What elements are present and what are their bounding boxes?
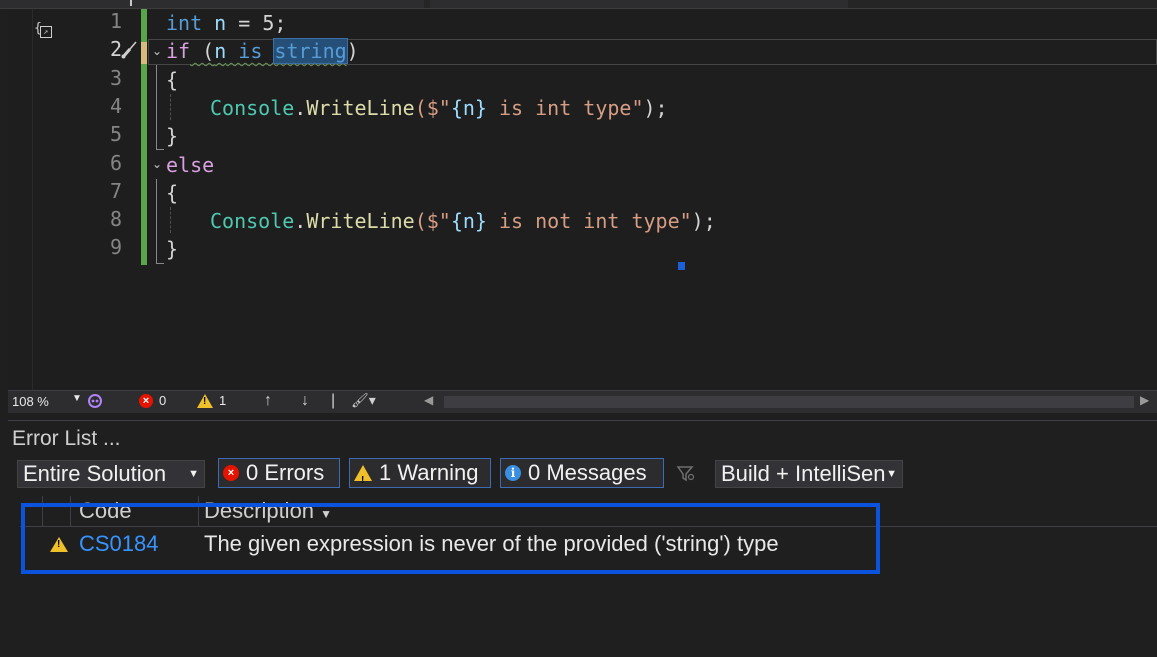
warning-squiggle[interactable]: (n is string [190, 38, 348, 64]
document-tab[interactable] [0, 0, 424, 8]
build-intellisense-dropdown[interactable]: Build + IntelliSen ▼ [715, 460, 903, 488]
errors-filter-button[interactable]: × 0 Errors [218, 458, 340, 488]
identifier: n [214, 39, 227, 63]
code-text: ); [643, 96, 668, 120]
chevron-down-icon[interactable]: ▼ [72, 393, 82, 404]
code-line-2: if (n is string) [166, 38, 359, 64]
scrollbar-thumb[interactable] [444, 396, 1134, 408]
warning-count-value: 1 [219, 393, 227, 408]
line-number: 5 [109, 122, 122, 146]
brace-guide [156, 65, 164, 150]
panel-divider [8, 420, 1157, 421]
line-number: 6 [109, 151, 122, 175]
string-literal: is not int type" [486, 209, 692, 233]
fold-chevron-icon[interactable]: ⌄ [152, 44, 162, 58]
code-line-5: } [166, 124, 179, 148]
method-name: WriteLine [306, 96, 415, 120]
error-count[interactable]: × 0 [139, 393, 166, 408]
scroll-left-icon[interactable]: ◀ [424, 393, 433, 407]
separator: | [331, 392, 336, 409]
glyph-margin [8, 9, 33, 390]
code-text: . [294, 209, 307, 233]
code-editor[interactable]: {↗ 1 2 3 4 5 6 7 8 9 ⌄ ⌄ int n = 5; if (… [8, 9, 1157, 390]
warning-icon [354, 465, 372, 495]
code-line-6: else [166, 152, 214, 178]
line-number: 3 [109, 66, 122, 90]
code-line-4: Console.WriteLine($"{n} is int type"); [210, 95, 668, 121]
scroll-right-icon[interactable]: ▶ [1140, 393, 1149, 407]
info-icon: i [505, 465, 521, 481]
selected-type[interactable]: string [273, 38, 348, 64]
indent-guide [170, 207, 171, 233]
keyword-else: else [166, 153, 215, 177]
indent-guide [170, 94, 171, 120]
code-text: ); [691, 209, 716, 233]
line-number: 4 [109, 94, 122, 118]
code-line-3: { [166, 68, 179, 92]
up-arrow-icon[interactable]: ↑ [264, 392, 272, 410]
brush-icon[interactable]: 🖌▾ [351, 392, 376, 409]
tab-edge [130, 0, 132, 6]
document-tab-2[interactable] [430, 0, 848, 8]
copilot-icon[interactable] [88, 393, 102, 409]
keyword-is: is [226, 39, 275, 63]
code-line-7: { [166, 181, 179, 205]
string-literal: is int type" [486, 96, 644, 120]
highlight-annotation [21, 503, 880, 574]
messages-filter-label: 0 Messages [528, 460, 647, 485]
string-literal: ($" [414, 96, 451, 120]
interpolation: {n} [450, 209, 487, 233]
messages-filter-button[interactable]: i 0 Messages [500, 458, 664, 488]
error-icon: × [223, 465, 239, 481]
keyword: int [166, 11, 203, 35]
errors-filter-label: 0 Errors [246, 460, 325, 485]
warnings-filter-button[interactable]: 1 Warning [349, 458, 491, 495]
scope-icon[interactable]: {↗ [34, 21, 52, 38]
class-name: Console [210, 96, 295, 120]
unsaved-change-bar [141, 42, 147, 64]
fold-chevron-icon[interactable]: ⌄ [152, 157, 162, 171]
line-number: 8 [109, 207, 122, 231]
scope-dropdown-value: Entire Solution [23, 461, 167, 486]
interpolation: {n} [450, 96, 487, 120]
warnings-filter-label: 1 Warning [379, 460, 479, 485]
code-line-8: Console.WriteLine($"{n} is not int type"… [210, 208, 716, 234]
brace-guide [156, 179, 164, 264]
scroll-marker [678, 262, 685, 270]
class-name: Console [210, 209, 295, 233]
keyword-if: if [166, 39, 191, 63]
chevron-down-icon: ▼ [188, 468, 199, 480]
identifier: n [214, 11, 227, 35]
down-arrow-icon[interactable]: ↓ [301, 392, 309, 410]
line-number: 1 [109, 9, 122, 33]
document-tab-strip [0, 0, 1157, 9]
code-text: = 5; [226, 11, 287, 35]
code-text: ( [190, 39, 215, 63]
screwdriver-icon[interactable] [120, 39, 138, 61]
method-name: WriteLine [306, 209, 415, 233]
error-list-title: Error List ... [12, 427, 121, 450]
error-icon: × [139, 393, 153, 408]
scope-dropdown[interactable]: Entire Solution ▼ [17, 460, 205, 488]
code-line-9: } [166, 237, 179, 261]
line-number: 9 [109, 235, 122, 259]
chevron-down-icon: ▼ [886, 468, 897, 480]
warning-icon [197, 393, 213, 408]
build-dropdown-value: Build + IntelliSen [721, 461, 886, 486]
filter-icon[interactable] [676, 464, 696, 484]
code-text: . [294, 96, 307, 120]
error-count-value: 0 [159, 393, 167, 408]
editor-status-bar: 108 % ▼ × 0 1 ↑ ↓ | 🖌▾ ◀ ▶ [8, 390, 1157, 413]
warning-count[interactable]: 1 [197, 393, 226, 408]
code-text: ) [346, 39, 359, 63]
line-number: 7 [109, 179, 122, 203]
code-line-1: int n = 5; [166, 10, 286, 36]
line-number-current: 2 [109, 37, 122, 61]
horizontal-scrollbar[interactable]: ◀ ▶ [418, 391, 1157, 413]
string-literal: ($" [414, 209, 451, 233]
